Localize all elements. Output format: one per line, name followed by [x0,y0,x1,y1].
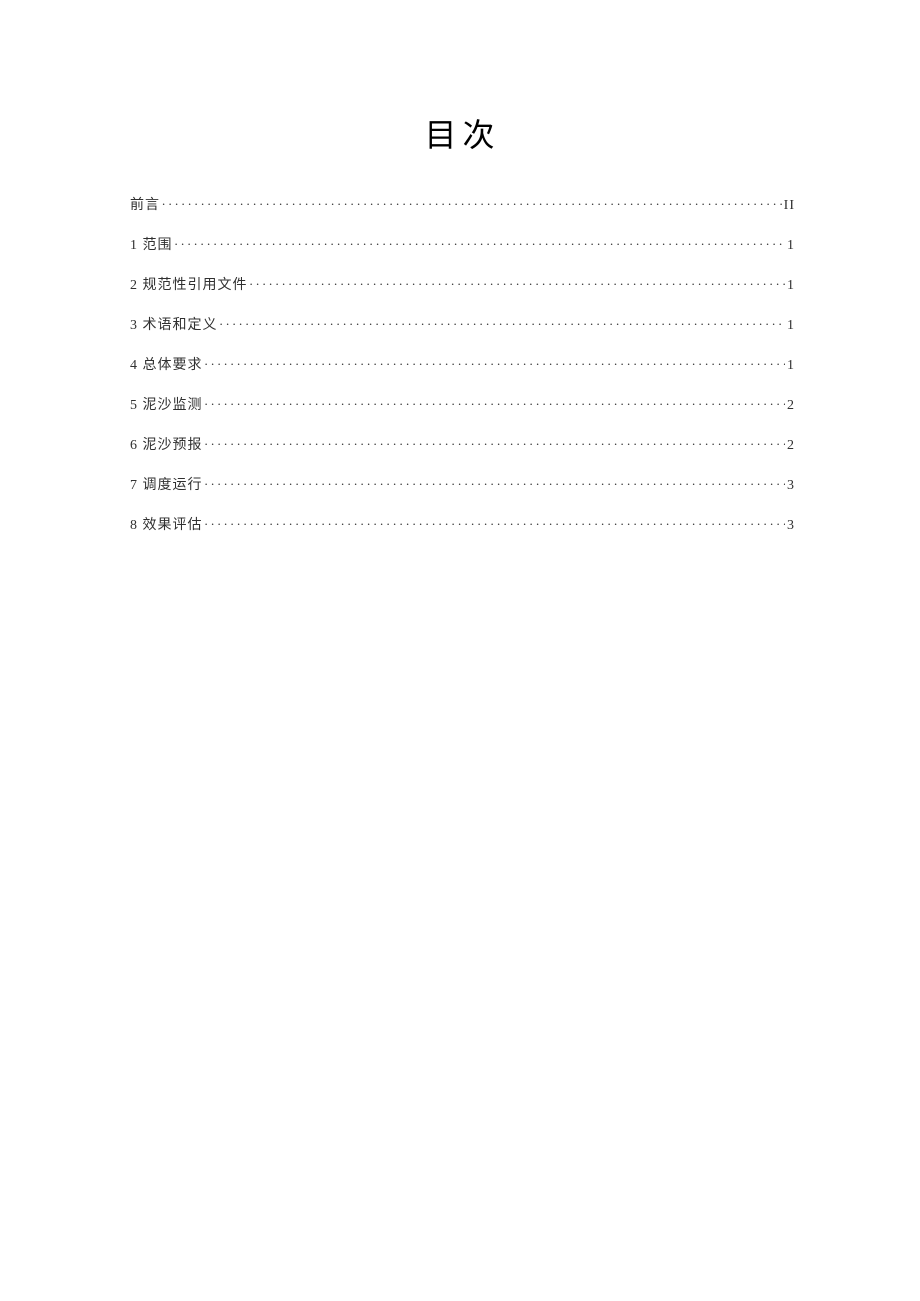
toc-label: 5 泥沙监测 [130,394,203,414]
toc-leader [205,395,786,409]
toc-entry: 2 规范性引用文件 1 [130,274,795,294]
toc-entry: 4 总体要求 1 [130,354,795,374]
toc-label: 7 调度运行 [130,474,203,494]
toc-label: 8 效果评估 [130,514,203,534]
toc-leader [162,195,782,209]
toc-label: 4 总体要求 [130,354,203,374]
toc-entry: 前言 II [130,194,795,214]
toc-page-number: 3 [787,518,795,534]
toc-label: 6 泥沙预报 [130,434,203,454]
toc-entry: 5 泥沙监测 2 [130,394,795,414]
toc-leader [205,475,786,489]
toc-label: 前言 [130,194,160,214]
toc-entry: 3 术语和定义 1 [130,314,795,334]
toc-leader [220,315,786,329]
toc-leader [175,235,786,249]
toc-label: 3 术语和定义 [130,314,218,334]
toc-page-number: 3 [787,478,795,494]
toc-page-number: 1 [787,358,795,374]
toc-leader [250,275,786,289]
toc-page-number: 2 [787,438,795,454]
toc-page-number: 1 [787,238,795,254]
toc-page-number: 1 [787,318,795,334]
toc-entry: 7 调度运行 3 [130,474,795,494]
document-page: 目次 前言 II 1 范围 1 2 规范性引用文件 1 3 术语和定义 1 4 … [0,0,920,534]
toc-entry: 6 泥沙预报 2 [130,434,795,454]
toc-leader [205,355,786,369]
toc-label: 1 范围 [130,234,173,254]
toc-label: 2 规范性引用文件 [130,274,248,294]
toc-leader [205,435,786,449]
toc-page-number: 1 [787,278,795,294]
toc-entry: 1 范围 1 [130,234,795,254]
toc-page-number: 2 [787,398,795,414]
toc-leader [205,515,786,529]
page-title: 目次 [130,110,795,156]
toc-page-number: II [784,198,795,214]
toc-entry: 8 效果评估 3 [130,514,795,534]
